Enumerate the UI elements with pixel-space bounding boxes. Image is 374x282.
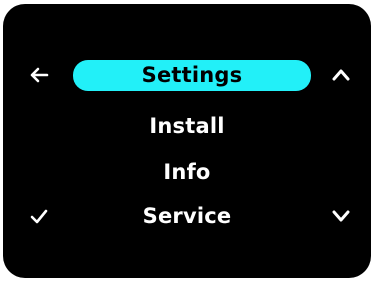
menu-item-service[interactable]: Service: [3, 202, 371, 230]
menu-item-install[interactable]: Install: [3, 112, 371, 140]
left-arrow-icon[interactable]: [27, 63, 51, 87]
chevron-down-icon[interactable]: [329, 204, 353, 228]
menu-item-settings[interactable]: Settings: [73, 60, 311, 91]
chevron-up-icon[interactable]: [329, 63, 353, 87]
menu-item-info[interactable]: Info: [3, 158, 371, 186]
device-screen: Settings Install Info Service: [3, 4, 371, 278]
